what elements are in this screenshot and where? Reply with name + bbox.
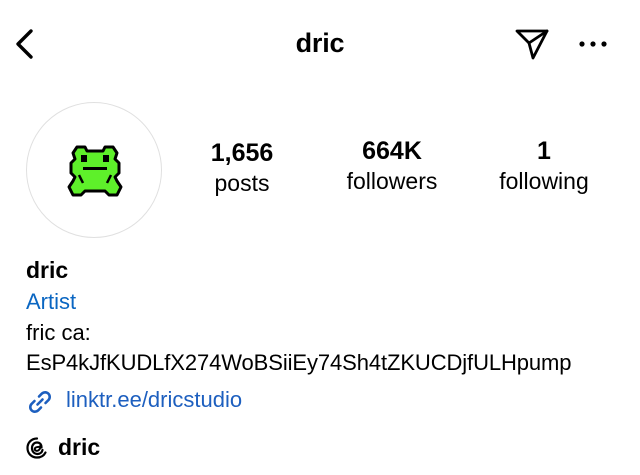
threads-username: dric <box>58 434 101 460</box>
posts-value: 1,656 <box>210 139 274 167</box>
followers-value: 664K <box>362 137 422 165</box>
more-options-button[interactable] <box>576 30 610 58</box>
following-count[interactable]: 1 following <box>484 137 604 195</box>
send-message-button[interactable] <box>512 25 552 63</box>
followers-count[interactable]: 664K followers <box>330 137 454 195</box>
posts-count[interactable]: 1,656 posts <box>190 139 294 197</box>
green-frog-icon <box>67 145 123 197</box>
bio-display-name: dric <box>26 257 69 283</box>
posts-label: posts <box>214 170 270 196</box>
followers-label: followers <box>346 168 438 194</box>
threads-icon <box>26 437 47 459</box>
paper-plane-icon <box>515 29 549 60</box>
following-label: following <box>499 168 589 194</box>
following-value: 1 <box>537 137 551 165</box>
bio-link-text[interactable]: linktr.ee/dricstudio <box>66 386 242 414</box>
profile-avatar[interactable] <box>26 102 162 238</box>
bio-category: Artist <box>26 289 77 314</box>
more-horizontal-icon <box>579 41 607 47</box>
bio-contract-address: EsP4kJfKUDLfX274WoBSiiEy74Sh4tZKUCDjfULH… <box>26 350 572 375</box>
top-navigation-bar: dric <box>0 0 640 90</box>
link-icon <box>29 391 51 413</box>
bio-text-line: fric ca: <box>26 320 91 345</box>
